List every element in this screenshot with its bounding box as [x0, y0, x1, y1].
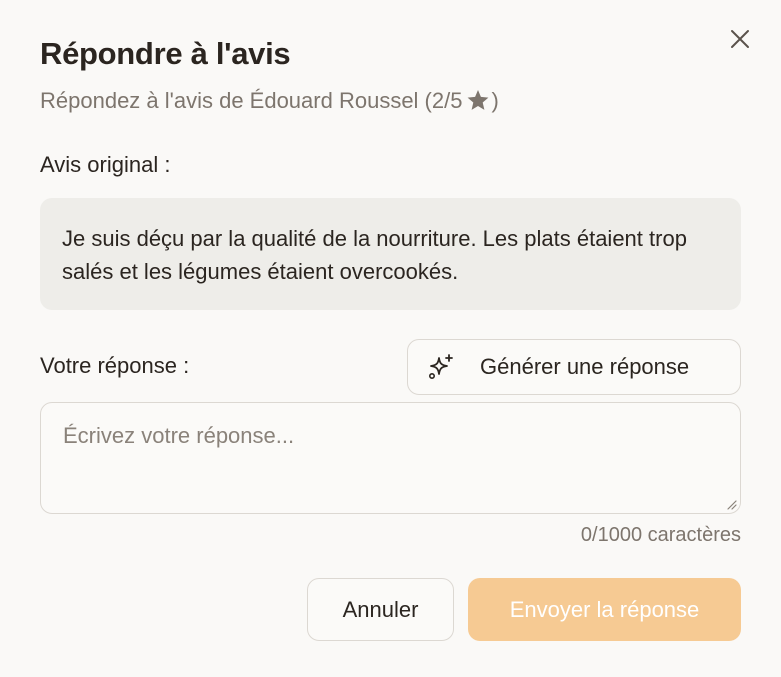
- response-label: Votre réponse :: [40, 353, 190, 378]
- send-response-button[interactable]: Envoyer la réponse: [468, 578, 741, 641]
- generate-response-button[interactable]: Générer une réponse: [407, 339, 741, 395]
- resize-handle-icon[interactable]: [725, 498, 737, 510]
- response-field-wrapper: [40, 402, 741, 514]
- sparkles-icon: [428, 354, 453, 379]
- subtitle-suffix: ): [491, 88, 499, 113]
- close-button[interactable]: [727, 26, 753, 52]
- original-review-text: Je suis déçu par la qualité de la nourri…: [40, 198, 741, 310]
- dialog-title: Répondre à l'avis: [40, 36, 291, 71]
- close-icon: [731, 30, 749, 48]
- response-textarea[interactable]: [40, 402, 741, 514]
- character-counter: 0/1000 caractères: [580, 524, 741, 546]
- original-review-label: Avis original :: [40, 152, 171, 177]
- star-icon: [466, 88, 490, 114]
- subtitle-text: Répondez à l'avis de Édouard Roussel (2/…: [40, 88, 463, 113]
- generate-response-label: Générer une réponse: [480, 354, 690, 379]
- reply-review-dialog: Répondre à l'avis Répondez à l'avis de É…: [0, 0, 781, 677]
- dialog-subtitle: Répondez à l'avis de Édouard Roussel (2/…: [40, 88, 499, 114]
- cancel-button[interactable]: Annuler: [307, 578, 454, 641]
